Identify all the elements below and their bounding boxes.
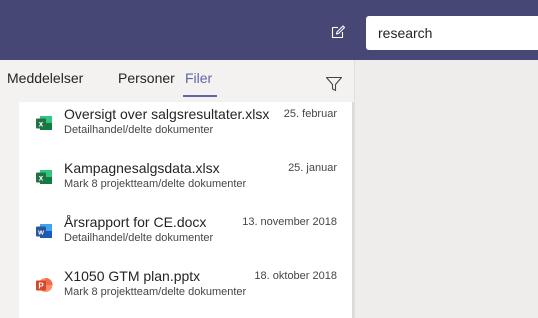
content-area bbox=[354, 60, 538, 318]
results-tabs: Meddelelser Personer Filer bbox=[0, 60, 354, 102]
list-item[interactable]: x Kampagnesalgsdata.xlsx 25. januar Mark… bbox=[19, 156, 352, 206]
file-location: Mark 8 projektteam/delte dokumenter bbox=[64, 178, 247, 190]
file-date: 25. januar bbox=[288, 162, 337, 174]
excel-icon: x bbox=[36, 116, 52, 130]
top-bar bbox=[0, 0, 538, 60]
file-location: Mark 8 projektteam/delte dokumenter bbox=[64, 286, 247, 298]
filter-icon[interactable] bbox=[325, 75, 343, 93]
file-name: Oversigt over salgsresultater.xlsx bbox=[64, 106, 270, 122]
tab-messages[interactable]: Meddelelser bbox=[7, 70, 83, 86]
file-date: 13. november 2018 bbox=[242, 216, 337, 228]
compose-icon[interactable] bbox=[330, 24, 346, 40]
word-icon: w bbox=[36, 224, 52, 238]
file-location: Detailhandel/delte dokumenter bbox=[64, 232, 214, 244]
file-name: X1050 GTM plan.pptx bbox=[64, 268, 201, 284]
list-item[interactable]: P X1050 GTM plan.pptx 18. oktober 2018 M… bbox=[19, 264, 352, 314]
file-results-list: x Oversigt over salgsresultater.xlsx 25.… bbox=[19, 102, 352, 318]
list-item[interactable]: x Oversigt over salgsresultater.xlsx 25.… bbox=[19, 102, 352, 152]
powerpoint-icon: P bbox=[36, 278, 53, 292]
file-name: Kampagnesalgsdata.xlsx bbox=[64, 160, 220, 176]
search-results-panel: Meddelelser Personer Filer x Oversigt ov… bbox=[0, 60, 354, 318]
tab-files[interactable]: Filer bbox=[185, 70, 212, 86]
search-input[interactable] bbox=[366, 16, 538, 50]
svg-text:x: x bbox=[39, 174, 44, 183]
tab-people[interactable]: Personer bbox=[118, 70, 175, 86]
file-date: 25. februar bbox=[283, 108, 337, 120]
file-date: 18. oktober 2018 bbox=[254, 270, 337, 282]
svg-text:w: w bbox=[37, 228, 44, 237]
file-location: Detailhandel/delte dokumenter bbox=[64, 124, 214, 136]
svg-text:x: x bbox=[39, 120, 44, 129]
excel-icon: x bbox=[36, 170, 52, 184]
svg-text:P: P bbox=[38, 282, 44, 291]
list-item[interactable]: w Årsrapport for CE.docx 13. november 20… bbox=[19, 210, 352, 260]
active-tab-indicator bbox=[183, 95, 217, 97]
file-name: Årsrapport for CE.docx bbox=[64, 214, 207, 230]
